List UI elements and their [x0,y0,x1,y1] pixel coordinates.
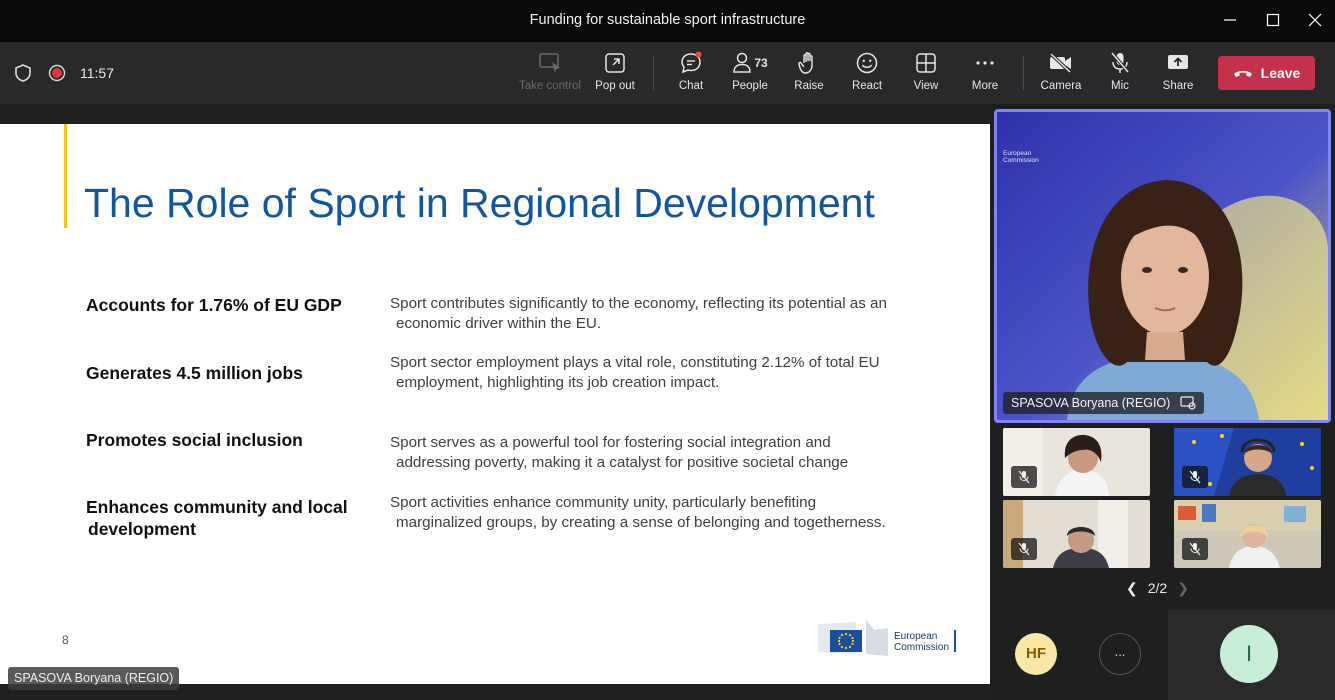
mic-muted-badge [1182,538,1208,560]
slide-description: Sport activities enhance community unity… [390,494,886,531]
chevron-right-icon[interactable]: ❯ [1177,580,1189,597]
meeting-timer: 11:57 [80,65,114,81]
more-button[interactable]: More [957,50,1013,100]
minimize-icon [1224,19,1236,21]
toolbar-divider [653,56,654,90]
gallery-page-indicator: 2/2 [1147,580,1168,596]
chevron-left-icon[interactable]: ❮ [1126,580,1138,597]
slide-point: Generates 4.5 million jobs [86,363,303,383]
hang-up-icon [1233,71,1252,77]
slide-description: Sport contributes significantly to the e… [390,295,887,332]
leave-button[interactable]: Leave [1218,56,1315,90]
participant-avatar[interactable]: HF [1015,633,1057,675]
maximize-button[interactable] [1253,6,1293,34]
shield-icon [15,64,31,82]
slide-point: Enhances community and local development [86,497,348,539]
recording-icon [48,64,66,82]
self-avatar[interactable]: I [1220,625,1278,683]
meeting-status: 11:57 [14,62,114,84]
participant-video-tile[interactable] [1003,500,1150,568]
slide-page-number: 8 [62,633,69,647]
meeting-toolbar: 11:57 Take control Pop out Chat 73 Peopl… [0,42,1335,104]
take-control-icon [539,53,560,73]
slide-point: Promotes social inclusion [86,430,303,450]
eu-flag-icon [818,620,888,656]
close-icon [1308,13,1322,27]
presenter-name-tag: SPASOVA Boryana (REGIO) [8,667,180,690]
window-title: Funding for sustainable sport infrastruc… [529,12,806,28]
mic-muted-badge [1011,538,1037,560]
people-icon [733,52,752,73]
slide-description: Sport serves as a powerful tool for fost… [390,434,849,471]
react-button[interactable]: React [839,50,895,100]
mic-button[interactable]: Mic [1092,50,1148,100]
share-button[interactable]: Share [1150,50,1206,100]
close-button[interactable] [1295,6,1335,34]
more-dots-icon [976,61,994,65]
title-bar: Funding for sustainable sport infrastruc… [0,0,1335,42]
participant-video-tile[interactable] [1003,428,1150,496]
maximize-icon [1266,13,1280,27]
backdrop-logo-text: European Commission [1003,150,1039,164]
active-speaker-video[interactable]: European Commission SPASOVA Boryana (REGI… [994,109,1331,423]
raise-hand-icon [798,52,813,74]
teams-meeting-window: Funding for sustainable sport infrastruc… [0,0,1335,700]
slide-point: Accounts for 1.76% of EU GDP [86,295,342,315]
more-participants-button[interactable]: ... [1099,633,1141,675]
speaker-name-label: SPASOVA Boryana (REGIO) [1003,392,1205,414]
european-commission-logo: European Commission [816,618,966,658]
raise-hand-button[interactable]: Raise [781,50,837,100]
camera-off-icon [1049,52,1072,74]
participant-video-tile[interactable] [1174,428,1321,496]
mic-off-icon [1018,470,1030,484]
mic-off-icon [1018,542,1030,556]
pop-out-button[interactable]: Pop out [587,50,643,100]
presentation-slide: The Role of Sport in Regional Developmen… [0,124,990,684]
chat-icon [681,51,702,74]
pop-out-icon [605,53,625,73]
chat-button[interactable]: Chat [663,50,719,100]
grid-view-icon [916,53,936,73]
speaker-video-feed [997,112,1328,420]
slide-description: Sport sector employment plays a vital ro… [390,354,880,391]
minimize-button[interactable] [1210,6,1250,34]
people-count: 73 [754,56,768,70]
slide-title: The Role of Sport in Regional Developmen… [84,180,875,226]
mic-off-icon [1189,542,1201,556]
mic-muted-badge [1182,466,1208,488]
mic-off-icon [1110,51,1130,74]
share-screen-icon [1168,55,1188,69]
gallery-pager: ❮ 2/2 ❯ [1126,578,1206,598]
slide-accent-bar [64,124,67,228]
camera-button[interactable]: Camera [1033,50,1089,100]
view-button[interactable]: View [898,50,954,100]
take-control-button[interactable]: Take control [518,50,582,100]
toolbar-divider [1023,56,1024,90]
mic-off-icon [1189,470,1201,484]
smiley-icon [856,52,878,74]
screen-share-indicator-icon [1180,396,1196,410]
people-button[interactable]: 73 People [722,50,778,100]
mic-muted-badge [1011,466,1037,488]
participant-video-tile[interactable] [1174,500,1321,568]
